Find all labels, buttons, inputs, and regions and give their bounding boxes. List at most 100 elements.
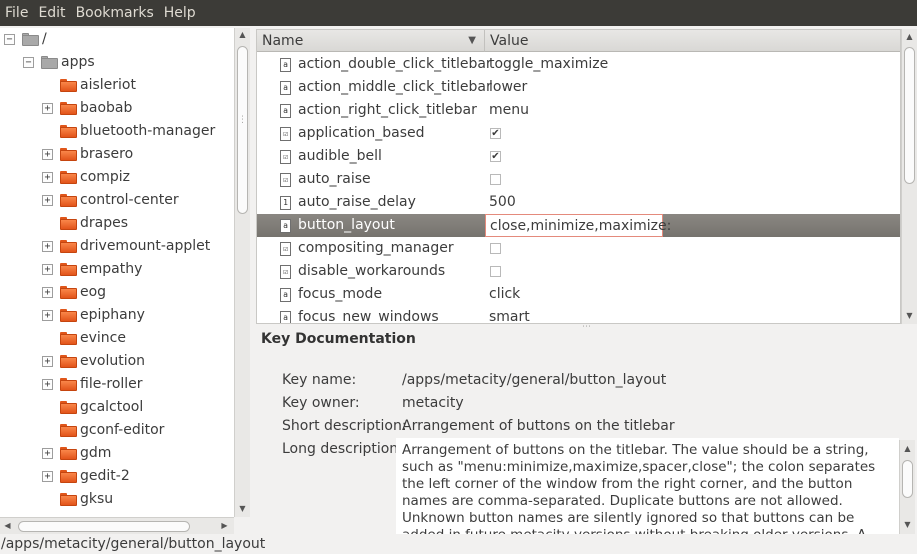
expand-icon[interactable]: + bbox=[42, 471, 53, 482]
tree-hscroll-thumb[interactable] bbox=[18, 521, 190, 532]
scroll-down-arrow-icon[interactable]: ▼ bbox=[235, 504, 250, 513]
key-row[interactable]: ☑ audible_bell ✔ bbox=[257, 145, 900, 168]
pane-grip-icon[interactable]: ⋮ bbox=[238, 115, 247, 125]
key-value[interactable]: click bbox=[489, 286, 520, 302]
key-row[interactable]: ☑ auto_raise bbox=[257, 168, 900, 191]
expand-icon[interactable]: + bbox=[42, 379, 53, 390]
sort-down-icon: ▼ bbox=[468, 35, 476, 46]
directory-tree[interactable]: − / − apps aisleriot + baobab bluetooth-manager… bbox=[0, 28, 234, 517]
key-value[interactable]: 500 bbox=[489, 194, 516, 210]
tree-item[interactable]: aisleriot bbox=[0, 74, 234, 97]
expand-icon[interactable]: + bbox=[42, 448, 53, 459]
value-checkbox[interactable]: ✔ bbox=[490, 128, 501, 139]
collapse-icon[interactable]: − bbox=[23, 57, 34, 68]
expand-icon[interactable]: + bbox=[42, 195, 53, 206]
tree-item[interactable]: + evolution bbox=[0, 350, 234, 373]
folder-icon bbox=[60, 263, 77, 276]
key-row[interactable]: ☑ disable_workarounds bbox=[257, 260, 900, 283]
key-list[interactable]: Name ▼ Value a action_double_click_titleb… bbox=[256, 29, 901, 324]
scroll-down-arrow-icon[interactable]: ▼ bbox=[900, 520, 915, 529]
tree-item-label: apps bbox=[61, 54, 95, 70]
scroll-left-arrow-icon[interactable]: ◀ bbox=[0, 521, 15, 530]
scroll-up-arrow-icon[interactable]: ▲ bbox=[235, 30, 250, 39]
long-desc-text[interactable]: Arrangement of buttons on the titlebar. … bbox=[396, 438, 899, 534]
key-row[interactable]: ☑ compositing_manager bbox=[257, 237, 900, 260]
expand-icon[interactable]: + bbox=[42, 172, 53, 183]
tree-item-label: compiz bbox=[80, 169, 131, 185]
tree-item[interactable]: + gedit-2 bbox=[0, 465, 234, 488]
key-row[interactable]: a action_right_click_titlebar menu bbox=[257, 99, 900, 122]
tree-item[interactable]: gksu bbox=[0, 488, 234, 511]
key-value[interactable]: toggle_maximize bbox=[489, 56, 608, 72]
tree-item[interactable]: evince bbox=[0, 327, 234, 350]
key-value[interactable]: smart bbox=[489, 309, 530, 323]
key-row[interactable]: a focus_mode click bbox=[257, 283, 900, 306]
tree-item-label: aisleriot bbox=[80, 77, 136, 93]
tree-item[interactable]: bluetooth-manager bbox=[0, 120, 234, 143]
menu-file[interactable]: File bbox=[0, 0, 33, 26]
folder-icon bbox=[22, 33, 39, 46]
expand-icon[interactable]: + bbox=[42, 103, 53, 114]
expand-icon[interactable]: + bbox=[42, 287, 53, 298]
scroll-down-arrow-icon[interactable]: ▼ bbox=[902, 311, 917, 320]
tree-item[interactable]: gcalctool bbox=[0, 396, 234, 419]
expand-icon[interactable]: + bbox=[42, 149, 53, 160]
value-checkbox[interactable] bbox=[490, 174, 501, 185]
doc-scroll-thumb[interactable] bbox=[902, 460, 913, 498]
integer-type-icon: 1 bbox=[280, 196, 291, 210]
value-edit-field[interactable]: close,minimize,maximize: bbox=[485, 214, 671, 237]
tree-item[interactable]: + compiz bbox=[0, 166, 234, 189]
folder-icon bbox=[60, 194, 77, 207]
tree-item[interactable]: + baobab bbox=[0, 97, 234, 120]
tree-item[interactable]: + brasero bbox=[0, 143, 234, 166]
expand-icon[interactable]: + bbox=[42, 356, 53, 367]
tree-horizontal-scrollbar[interactable]: ◀ ▶ bbox=[0, 517, 234, 534]
key-name: focus_mode bbox=[298, 286, 383, 302]
keylist-vertical-scrollbar[interactable]: ▲ ▼ bbox=[901, 29, 917, 324]
key-value[interactable]: menu bbox=[489, 102, 529, 118]
column-header-name[interactable]: Name ▼ bbox=[257, 30, 485, 52]
key-row[interactable]: a action_double_click_titlebar toggle_maxi… bbox=[257, 53, 900, 76]
folder-icon bbox=[60, 424, 77, 437]
menu-edit[interactable]: Edit bbox=[33, 0, 70, 26]
key-row[interactable]: a action_middle_click_titlebar lower bbox=[257, 76, 900, 99]
key-row[interactable]: a focus_new_windows smart bbox=[257, 306, 900, 323]
key-name: auto_raise_delay bbox=[298, 194, 416, 210]
value-checkbox[interactable]: ✔ bbox=[490, 151, 501, 162]
menu-bookmarks[interactable]: Bookmarks bbox=[71, 0, 159, 26]
value-checkbox[interactable] bbox=[490, 243, 501, 254]
key-name: action_right_click_titlebar bbox=[298, 102, 477, 118]
key-value[interactable]: lower bbox=[489, 79, 527, 95]
expand-icon[interactable]: + bbox=[42, 241, 53, 252]
tree-item[interactable]: − / bbox=[0, 28, 234, 51]
doc-vertical-scrollbar[interactable]: ▲ ▼ bbox=[899, 440, 915, 534]
expand-icon[interactable]: + bbox=[42, 310, 53, 321]
key-name: button_layout bbox=[298, 217, 395, 233]
column-header-value[interactable]: Value bbox=[485, 30, 900, 52]
key-row[interactable]: ☑ application_based ✔ bbox=[257, 122, 900, 145]
tree-item[interactable]: + file-roller bbox=[0, 373, 234, 396]
key-row[interactable]: a button_layout close,minimize,maximize: bbox=[257, 214, 900, 237]
tree-item[interactable]: gconf-editor bbox=[0, 419, 234, 442]
expand-icon[interactable]: + bbox=[42, 264, 53, 275]
menu-help[interactable]: Help bbox=[159, 0, 201, 26]
tree-vertical-scrollbar[interactable]: ▲ ▼ bbox=[234, 28, 250, 517]
tree-item[interactable]: drapes bbox=[0, 212, 234, 235]
keylist-scroll-thumb[interactable] bbox=[904, 47, 915, 184]
tree-item[interactable]: − apps bbox=[0, 51, 234, 74]
tree-item[interactable]: + empathy bbox=[0, 258, 234, 281]
tree-item[interactable]: + gdm bbox=[0, 442, 234, 465]
scroll-up-arrow-icon[interactable]: ▲ bbox=[902, 32, 917, 41]
key-name: action_middle_click_titlebar bbox=[298, 79, 492, 95]
collapse-icon[interactable]: − bbox=[4, 34, 15, 45]
split-grip-icon[interactable]: ⋯ bbox=[582, 322, 591, 332]
tree-scroll-thumb[interactable] bbox=[237, 46, 248, 214]
tree-item[interactable]: + control-center bbox=[0, 189, 234, 212]
scroll-right-arrow-icon[interactable]: ▶ bbox=[217, 521, 232, 530]
key-row[interactable]: 1 auto_raise_delay 500 bbox=[257, 191, 900, 214]
tree-item[interactable]: + drivemount-applet bbox=[0, 235, 234, 258]
tree-item[interactable]: + eog bbox=[0, 281, 234, 304]
scroll-up-arrow-icon[interactable]: ▲ bbox=[900, 444, 915, 453]
tree-item[interactable]: + epiphany bbox=[0, 304, 234, 327]
value-checkbox[interactable] bbox=[490, 266, 501, 277]
